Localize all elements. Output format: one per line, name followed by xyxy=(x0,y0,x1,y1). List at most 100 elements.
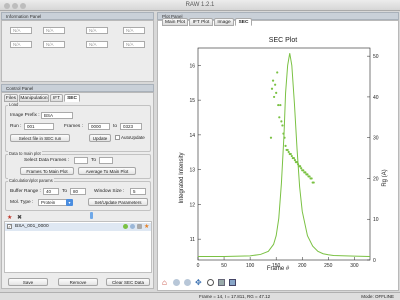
info-field: N/A xyxy=(10,41,32,48)
rg-point xyxy=(299,165,302,168)
y-axis-label: Integrated Intensity xyxy=(179,152,185,203)
star-icon[interactable]: ★ xyxy=(144,223,149,230)
x-tick-label: 100 xyxy=(246,263,255,269)
rg-point xyxy=(300,167,303,170)
info-field: N/A xyxy=(123,27,145,34)
rg-point xyxy=(293,159,297,162)
line-color-icon[interactable] xyxy=(123,224,128,229)
rg-point xyxy=(269,136,273,139)
rg-point xyxy=(287,150,290,154)
zoom-icon[interactable] xyxy=(207,279,214,286)
rg-point xyxy=(306,173,309,176)
tab-image[interactable]: Image xyxy=(214,18,234,26)
window-title: RAW 1.2.1 xyxy=(185,2,215,8)
tab-manipulation[interactable]: Manipulation xyxy=(19,94,49,102)
plot-frame xyxy=(197,47,371,261)
y-tick-label: 15 xyxy=(189,98,195,104)
window-size-input[interactable]: 5 xyxy=(130,188,146,195)
rg-point xyxy=(304,171,307,174)
control-panel-header: Control Panel xyxy=(1,84,154,92)
run-input[interactable]: 001 xyxy=(24,123,54,130)
home-icon[interactable]: ⌂ xyxy=(162,278,167,287)
rg-point xyxy=(289,152,292,156)
tab-ift-plot[interactable]: IFT Plot xyxy=(189,18,213,26)
info-field: N/A xyxy=(43,41,65,48)
buffer-to-label: To xyxy=(62,189,68,194)
mol-type-select[interactable]: Protein xyxy=(38,199,68,206)
save-figure-icon[interactable] xyxy=(229,279,236,286)
clear-sec-data-button[interactable]: Clear SEC Data xyxy=(106,278,150,286)
rg-point xyxy=(295,161,299,164)
buffer-start-input[interactable]: 40 xyxy=(43,188,59,195)
rg-point xyxy=(283,136,286,139)
set-update-parameters-button[interactable]: Set/Update Parameters xyxy=(88,198,148,206)
select-file-button[interactable]: Select file in SEC run xyxy=(10,134,70,142)
x-tick-label: 50 xyxy=(221,263,227,269)
rg-point xyxy=(286,148,289,152)
auto-update-checkbox[interactable] xyxy=(115,135,120,140)
settings-icon[interactable] xyxy=(137,224,142,229)
auto-update-label: AutoUpdate xyxy=(121,135,145,140)
update-button[interactable]: Update xyxy=(89,134,111,142)
cursor-readout: Frame = 14, I = 17.811, RG = 47.12 xyxy=(199,294,271,299)
rg-point xyxy=(296,163,300,166)
info-field: N/A xyxy=(123,41,145,48)
splitter-handle[interactable] xyxy=(90,212,93,219)
tab-ift[interactable]: IFT xyxy=(50,94,63,102)
select-data-frames-label: Select Data Frames : xyxy=(24,158,70,163)
forward-icon[interactable] xyxy=(184,279,191,286)
information-panel: N/A N/A N/A N/A N/A N/A N/A N/A xyxy=(1,20,154,82)
select-frame-start-input[interactable] xyxy=(74,157,88,164)
x-tick-label: 250 xyxy=(324,263,333,269)
window-size-label: Window Size : xyxy=(94,189,125,194)
star-icon[interactable]: ★ xyxy=(7,214,12,221)
tab-files[interactable]: Files xyxy=(4,94,18,102)
rg-point xyxy=(312,181,315,184)
tab-sec-plot[interactable]: SEC xyxy=(235,18,252,26)
close-icon[interactable]: ✖ xyxy=(17,214,22,221)
rg-point xyxy=(290,154,293,158)
status-bar: Frame = 14, I = 17.811, RG = 47.12 Mode:… xyxy=(0,292,400,300)
chart-title: SEC Plot xyxy=(269,37,297,44)
tab-main-plot[interactable]: Main Plot xyxy=(162,18,188,26)
run-label: Run : xyxy=(10,124,22,129)
rg-point xyxy=(310,177,313,180)
rg-point xyxy=(274,83,277,86)
sec-chart: SEC Plot Integrated Intensity Rg (A) Fra… xyxy=(179,37,388,272)
rg-point xyxy=(281,124,284,127)
select-frame-end-input[interactable] xyxy=(99,157,113,164)
frame-end-input[interactable]: 0323 xyxy=(120,123,142,130)
control-panel: Files Manipulation IFT SEC Load Image Pr… xyxy=(1,92,154,289)
save-button[interactable]: Save xyxy=(8,278,48,286)
list-item[interactable]: ✓ BSA_001_0000 ★ xyxy=(5,223,151,231)
info-icon[interactable] xyxy=(130,224,135,229)
intensity-line xyxy=(198,53,371,258)
back-icon[interactable] xyxy=(173,279,180,286)
frame-start-input[interactable]: 0000 xyxy=(88,123,110,130)
configure-subplots-icon[interactable] xyxy=(218,279,225,286)
item-checkbox[interactable]: ✓ xyxy=(7,224,12,229)
frames-to-main-plot-button[interactable]: Frames To Main Plot xyxy=(20,167,74,175)
sec-file-list: ✓ BSA_001_0000 ★ xyxy=(4,221,152,273)
info-field: N/A xyxy=(86,41,108,48)
pan-icon[interactable]: ✥ xyxy=(195,278,202,287)
y2-tick-label: 20 xyxy=(373,176,379,182)
info-field: N/A xyxy=(86,27,108,34)
y2-tick-label: 40 xyxy=(373,95,379,101)
buffer-end-input[interactable]: 80 xyxy=(70,188,86,195)
remove-button[interactable]: Remove xyxy=(58,278,98,286)
select-frames-to-label: To xyxy=(91,158,97,163)
frames-label: Frames : xyxy=(64,124,83,129)
y2-tick-label: 30 xyxy=(373,136,379,142)
rg-point xyxy=(278,116,281,119)
rg-point xyxy=(272,95,276,99)
chevron-down-icon[interactable]: ▾ xyxy=(66,199,73,206)
image-prefix-input[interactable]: BSA xyxy=(41,112,73,119)
y-tick-label: 11 xyxy=(190,237,195,243)
x-tick-label: 0 xyxy=(197,263,200,269)
x-tick-label: 150 xyxy=(272,263,281,269)
tab-sec[interactable]: SEC xyxy=(64,94,80,102)
average-to-main-plot-button[interactable]: Average To Main Plot xyxy=(78,167,136,175)
y-tick-label: 14 xyxy=(189,133,195,139)
rg-point xyxy=(270,87,274,90)
